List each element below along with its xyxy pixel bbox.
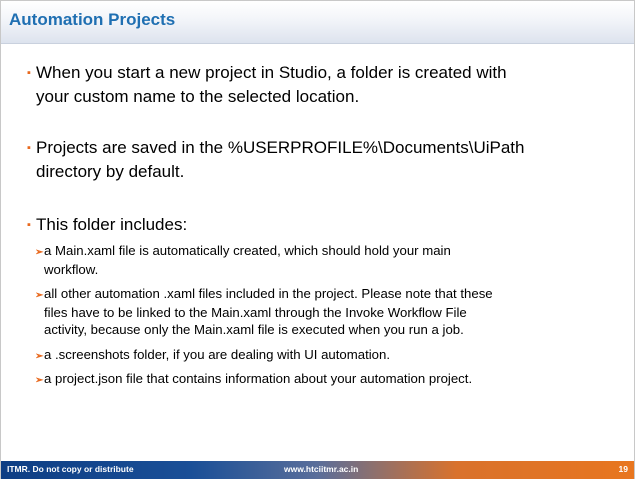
square-bullet-icon: ▪ xyxy=(27,142,31,154)
arrow-bullet-icon: ➢ xyxy=(35,351,44,362)
arrow-bullet-icon: ➢ xyxy=(35,290,44,301)
sub-item-text-continued: workflow. xyxy=(44,262,99,277)
page-number: 19 xyxy=(618,464,628,474)
arrow-bullet-icon: ➢ xyxy=(35,375,44,386)
sub-item-text-continued: activity, because only the Main.xaml fil… xyxy=(44,322,464,337)
bullet-line: ▪ When you start a new project in Studio,… xyxy=(27,61,607,85)
sub-item-text: a project.json file that contains inform… xyxy=(44,371,473,386)
bullet-text: Projects are saved in the %USERPROFILE%\… xyxy=(36,138,525,157)
square-bullet-icon: ▪ xyxy=(27,219,31,231)
copyright-notice: ITMR. Do not copy or distribute xyxy=(7,464,134,474)
bullet-text-continued: directory by default. xyxy=(36,162,185,181)
slide-title: Automation Projects xyxy=(9,10,176,29)
sub-list-item: ➢all other automation .xaml files includ… xyxy=(35,285,600,338)
bullet-item: ▪ When you start a new project in Studio,… xyxy=(27,61,607,109)
arrow-bullet-icon: ➢ xyxy=(35,247,44,258)
sub-list-item: ➢a .screenshots folder, if you are deali… xyxy=(35,346,600,365)
sub-item-text-continued: files have to be linked to the Main.xaml… xyxy=(44,305,467,320)
sub-item-text: a .screenshots folder, if you are dealin… xyxy=(44,347,390,362)
sub-item-line: ➢a Main.xaml file is automatically creat… xyxy=(35,242,600,261)
bullet-text: When you start a new project in Studio, … xyxy=(36,63,507,82)
bullet-text-continued: your custom name to the selected locatio… xyxy=(36,87,360,106)
sub-item-text: a Main.xaml file is automatically create… xyxy=(44,243,451,258)
footer-bar: ITMR. Do not copy or distribute www.htci… xyxy=(1,461,634,479)
slide-content: ▪ When you start a new project in Studio,… xyxy=(1,43,634,461)
sub-item-line: ➢a project.json file that contains infor… xyxy=(35,370,600,389)
sub-item-text: all other automation .xaml files include… xyxy=(44,286,493,301)
bullet-item: ▪ This folder includes: xyxy=(27,213,607,237)
bullet-text: This folder includes: xyxy=(36,215,188,234)
bullet-item: ▪ Projects are saved in the %USERPROFILE%… xyxy=(27,136,607,184)
square-bullet-icon: ▪ xyxy=(27,67,31,79)
sub-item-line: ➢all other automation .xaml files includ… xyxy=(35,285,600,304)
bullet-line: ▪ This folder includes: xyxy=(27,213,607,237)
bullet-line: ▪ Projects are saved in the %USERPROFILE%… xyxy=(27,136,607,160)
sub-list-item: ➢a Main.xaml file is automatically creat… xyxy=(35,242,600,278)
sub-list-item: ➢a project.json file that contains infor… xyxy=(35,370,600,389)
sub-item-line: ➢a .screenshots folder, if you are deali… xyxy=(35,346,600,365)
slide: Automation Projects ▪ When you start a ne… xyxy=(0,0,635,479)
title-bar: Automation Projects xyxy=(1,1,634,44)
website-url: www.htciitmr.ac.in xyxy=(284,464,359,474)
